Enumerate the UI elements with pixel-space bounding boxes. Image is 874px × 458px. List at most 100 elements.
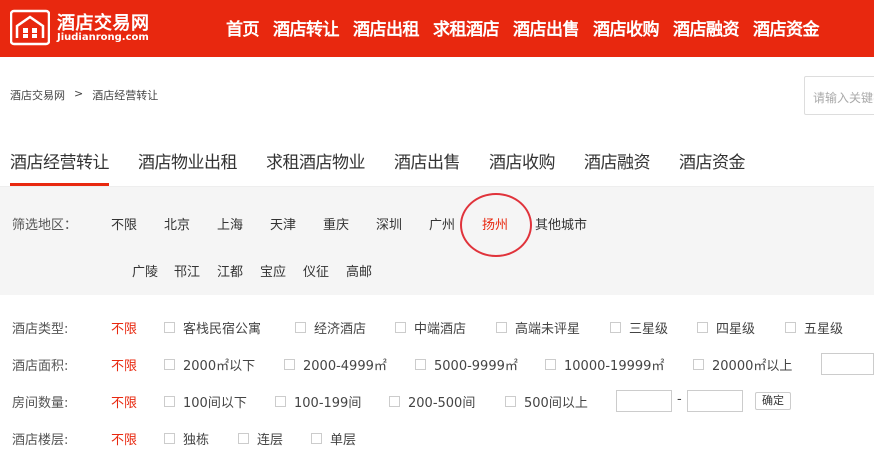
filter-any-hotel-type[interactable]: 不限 [111,318,137,337]
confirm-button[interactable]: 确定 [755,392,791,410]
main-nav: 首页 酒店转让 酒店出租 求租酒店 酒店出售 酒店收购 酒店融资 酒店资金 [226,15,820,40]
site-logo[interactable]: 酒店交易网 Jiudianrong.com [10,6,160,48]
region-item-beijing[interactable]: 北京 [164,214,190,233]
region-filter-panel: 筛选地区： 不限 北京 上海 天津 重庆 深圳 广州 扬州 其他城市 广陵 邗江… [0,187,874,295]
room-count-min-input[interactable] [616,390,672,412]
filter-any-room-count[interactable]: 不限 [111,392,137,411]
tab-hotel-funds[interactable]: 酒店资金 [679,148,746,186]
checkbox[interactable] [311,433,322,444]
checkbox-option[interactable]: 三星级 [610,318,668,337]
option-label: 经济酒店 [314,322,367,337]
filter-any-hotel-area[interactable]: 不限 [111,355,137,374]
filter-row-hotel-type: 酒店类型: 不限 客栈民宿公寓 经济酒店 中端酒店 高端未评星 三星级 四星级 … [0,315,874,339]
checkbox[interactable] [496,322,507,333]
checkbox[interactable] [505,396,516,407]
checkbox-option[interactable]: 100-199间 [275,392,361,411]
breadcrumb-current: 酒店经营转让 [92,89,159,102]
search-input[interactable]: 请输入关键字 [804,76,874,115]
nav-item-hotel-sale[interactable]: 酒店出售 [513,15,580,40]
nav-item-hotel-financing[interactable]: 酒店融资 [673,15,740,40]
nav-item-seek-rent[interactable]: 求租酒店 [433,15,500,40]
checkbox-option[interactable]: 独栋 [164,429,209,448]
checkbox[interactable] [238,433,249,444]
checkbox[interactable] [693,359,704,370]
option-label: 单层 [330,433,357,448]
filter-row-hotel-floors: 酒店楼层: 不限 独栋 连层 单层 [0,426,874,450]
region-item-shanghai[interactable]: 上海 [217,214,243,233]
checkbox[interactable] [395,322,406,333]
checkbox[interactable] [284,359,295,370]
area-range-input[interactable] [821,353,874,375]
region-item-tianjin[interactable]: 天津 [270,214,296,233]
checkbox[interactable] [697,322,708,333]
checkbox-option[interactable]: 客栈民宿公寓 [164,318,261,337]
checkbox[interactable] [415,359,426,370]
checkbox-option[interactable]: 20000㎡以上 [693,355,792,374]
checkbox-option[interactable]: 2000-4999㎡ [284,355,387,374]
district-item-gaoyou[interactable]: 高邮 [346,261,372,280]
filter-any-hotel-floors[interactable]: 不限 [111,429,137,448]
checkbox[interactable] [164,322,175,333]
checkbox-option[interactable]: 中端酒店 [395,318,466,337]
district-item-hanjiang[interactable]: 邗江 [174,261,200,280]
checkbox-option[interactable]: 连层 [238,429,283,448]
tab-hotel-sale[interactable]: 酒店出售 [394,148,461,186]
checkbox[interactable] [785,322,796,333]
checkbox[interactable] [610,322,621,333]
checkbox[interactable] [275,396,286,407]
region-item-chongqing[interactable]: 重庆 [323,214,349,233]
tab-hotel-operation-transfer[interactable]: 酒店经营转让 [10,148,110,186]
filter-label-hotel-floors: 酒店楼层: [12,433,69,448]
tab-hotel-property-rent[interactable]: 酒店物业出租 [138,148,238,186]
region-item-any[interactable]: 不限 [111,214,137,233]
checkbox-option[interactable]: 四星级 [697,318,755,337]
nav-item-hotel-acquire[interactable]: 酒店收购 [593,15,660,40]
tab-hotel-financing[interactable]: 酒店融资 [584,148,651,186]
checkbox-option[interactable]: 单层 [311,429,356,448]
filter-label-hotel-type: 酒店类型: [12,322,69,337]
range-separator: - [677,392,682,407]
checkbox-option[interactable]: 高端未评星 [496,318,580,337]
tab-hotel-acquire[interactable]: 酒店收购 [489,148,556,186]
district-item-guangling[interactable]: 广陵 [132,261,158,280]
room-count-max-input[interactable] [687,390,743,412]
region-item-shenzhen[interactable]: 深圳 [376,214,402,233]
checkbox-option[interactable]: 10000-19999㎡ [545,355,664,374]
house-logo-icon [10,9,50,46]
checkbox-option[interactable]: 2000㎡以下 [164,355,255,374]
nav-item-hotel-transfer[interactable]: 酒店转让 [273,15,340,40]
option-label: 四星级 [716,322,756,337]
region-item-guangzhou[interactable]: 广州 [429,214,455,233]
nav-item-hotel-funds[interactable]: 酒店资金 [753,15,820,40]
region-item-yangzhou[interactable]: 扬州 [482,214,508,233]
district-item-jiangdu[interactable]: 江都 [217,261,243,280]
checkbox[interactable] [164,396,175,407]
option-label: 100-199间 [294,396,362,411]
option-label: 独栋 [183,433,210,448]
checkbox-option[interactable]: 200-500间 [389,392,475,411]
tab-seek-hotel-property[interactable]: 求租酒店物业 [266,148,366,186]
region-filter-label: 筛选地区： [12,218,78,233]
checkbox-option[interactable]: 五星级 [785,318,843,337]
option-label: 5000-9999㎡ [434,359,518,374]
checkbox[interactable] [545,359,556,370]
nav-item-hotel-rent[interactable]: 酒店出租 [353,15,420,40]
checkbox[interactable] [389,396,400,407]
filter-row-room-count: 房间数量: 不限 100间以下 100-199间 200-500间 500间以上… [0,389,874,413]
region-item-other-cities[interactable]: 其他城市 [535,214,587,233]
checkbox-option[interactable]: 5000-9999㎡ [415,355,518,374]
checkbox-option[interactable]: 经济酒店 [295,318,366,337]
category-tabs: 酒店经营转让 酒店物业出租 求租酒店物业 酒店出售 酒店收购 酒店融资 酒店资金 [10,148,774,186]
breadcrumb-home[interactable]: 酒店交易网 [10,87,65,103]
brand-domain: Jiudianrong.com [57,32,149,43]
checkbox-option[interactable]: 500间以上 [505,392,588,411]
checkbox[interactable] [295,322,306,333]
nav-item-home[interactable]: 首页 [226,15,260,40]
district-item-yizheng[interactable]: 仪征 [303,261,329,280]
checkbox[interactable] [164,433,175,444]
checkbox[interactable] [164,359,175,370]
filter-label-room-count: 房间数量: [12,396,69,411]
checkbox-option[interactable]: 100间以下 [164,392,247,411]
option-label: 客栈民宿公寓 [183,322,262,337]
district-item-baoying[interactable]: 宝应 [260,261,286,280]
